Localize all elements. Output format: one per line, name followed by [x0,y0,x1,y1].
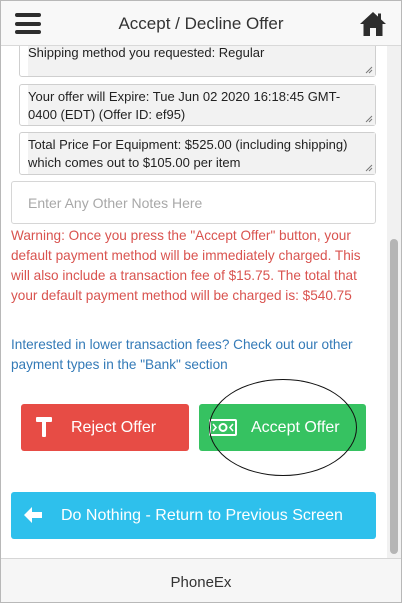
footer-app-name: PhoneEx [170,574,232,591]
arrow-left-icon [24,507,42,523]
reject-offer-button[interactable]: Reject Offer [21,404,189,451]
accept-offer-button[interactable]: Accept Offer [199,404,366,451]
shipping-method-box: Shipping method you requested: Regular [19,46,376,77]
transaction-fees-link[interactable]: Interested in lower transaction fees? Ch… [11,335,377,375]
total-price-text: Total Price For Equipment: $525.00 (incl… [28,133,375,174]
gavel-icon [36,417,52,437]
total-price-box: Total Price For Equipment: $525.00 (incl… [19,132,376,175]
offer-expiry-text: Your offer will Expire: Tue Jun 02 2020 … [28,85,375,125]
payment-warning-text: Warning: Once you press the "Accept Offe… [11,228,361,303]
return-to-previous-label: Do Nothing - Return to Previous Screen [61,506,343,524]
footer-bar: PhoneEx [1,558,401,602]
home-icon[interactable] [359,11,387,37]
resize-grip-icon[interactable] [365,66,373,74]
shipping-method-text: Shipping method you requested: Regular [28,46,375,76]
resize-grip-icon[interactable] [365,115,373,123]
accept-offer-label: Accept Offer [251,418,340,436]
offer-content[interactable]: Shipping method you requested: Regular Y… [1,46,387,558]
resize-grip-icon[interactable] [365,164,373,172]
scrollbar-thumb[interactable] [390,239,398,554]
hamburger-menu-icon[interactable] [15,13,41,34]
money-icon [209,419,237,436]
reject-offer-label: Reject Offer [71,418,157,436]
page-title: Accept / Decline Offer [118,14,284,33]
return-to-previous-button[interactable]: Do Nothing - Return to Previous Screen [11,492,376,539]
app-frame: Accept / Decline Offer Shipping method y… [0,0,402,603]
notes-input[interactable] [11,181,376,224]
header-bar: Accept / Decline Offer [1,1,401,46]
offer-expiry-box: Your offer will Expire: Tue Jun 02 2020 … [19,84,376,126]
